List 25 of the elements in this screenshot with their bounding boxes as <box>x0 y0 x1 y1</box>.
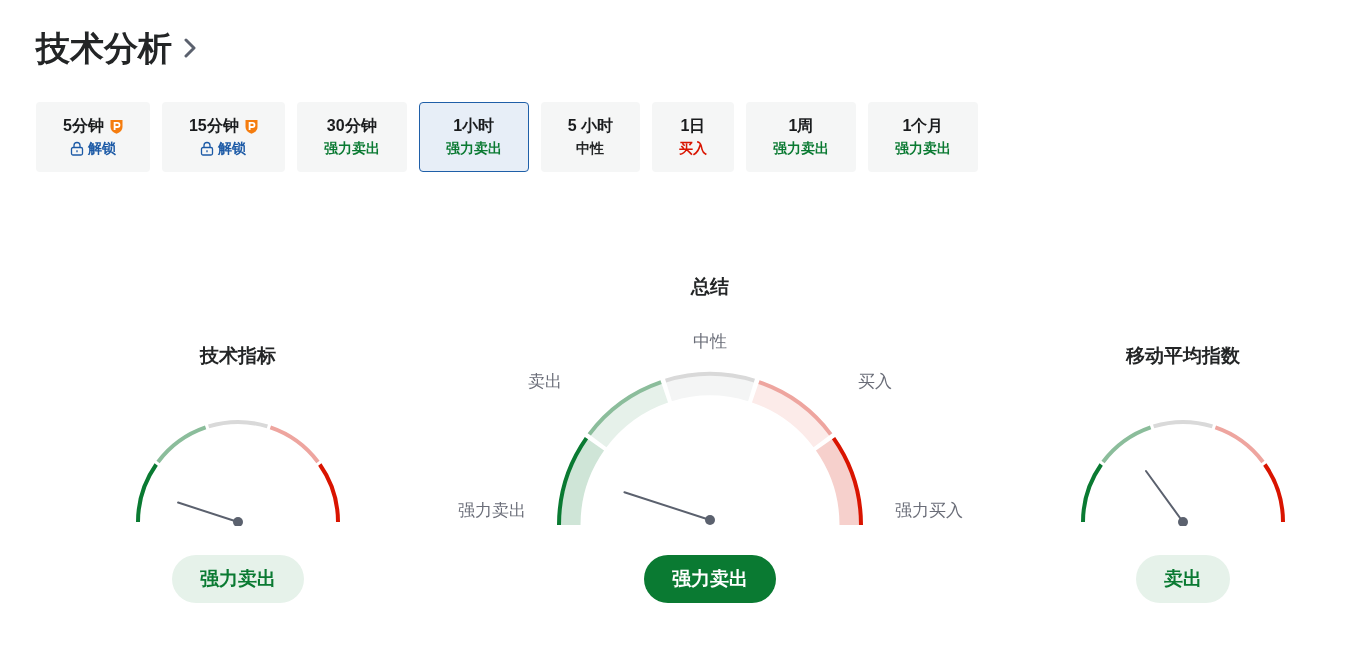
timeframe-tab[interactable]: 15分钟 解锁 <box>161 101 285 172</box>
gauge-title: 移动平均指数 <box>1126 343 1240 368</box>
lock-icon <box>200 141 215 157</box>
timeframe-tab[interactable]: 1周 强力卖出 <box>746 101 857 172</box>
scale-label: 强力卖出 <box>458 500 526 520</box>
gauge-title: 技术指标 <box>200 343 276 368</box>
verdict-badge: 卖出 <box>1136 554 1230 603</box>
scale-label: 卖出 <box>528 371 562 391</box>
scale-label: 强力买入 <box>895 500 963 520</box>
timeframe-tab[interactable]: 1日 买入 <box>652 101 735 172</box>
timeframe-tab[interactable]: 5分钟 解锁 <box>36 101 150 172</box>
lock-icon <box>69 141 84 157</box>
shield-icon <box>109 119 123 134</box>
timeframe-tab[interactable]: 30分钟 强力卖出 <box>296 101 407 172</box>
chevron-right-icon <box>184 38 197 59</box>
section-title-link[interactable]: 技术分析 <box>36 28 197 69</box>
scale-label: 买入 <box>858 371 892 391</box>
timeframe-tab[interactable]: 1个月 强力卖出 <box>868 101 979 172</box>
verdict-badge: 强力卖出 <box>172 554 304 603</box>
verdict-badge: 强力卖出 <box>644 554 776 603</box>
shield-icon <box>244 119 258 134</box>
gauge-title: 总结 <box>691 274 729 299</box>
timeframe-tab[interactable]: 1小时 强力卖出 <box>418 101 529 172</box>
scale-label: 中性 <box>693 331 727 351</box>
timeframe-tab[interactable]: 5 小时 中性 <box>540 101 641 172</box>
